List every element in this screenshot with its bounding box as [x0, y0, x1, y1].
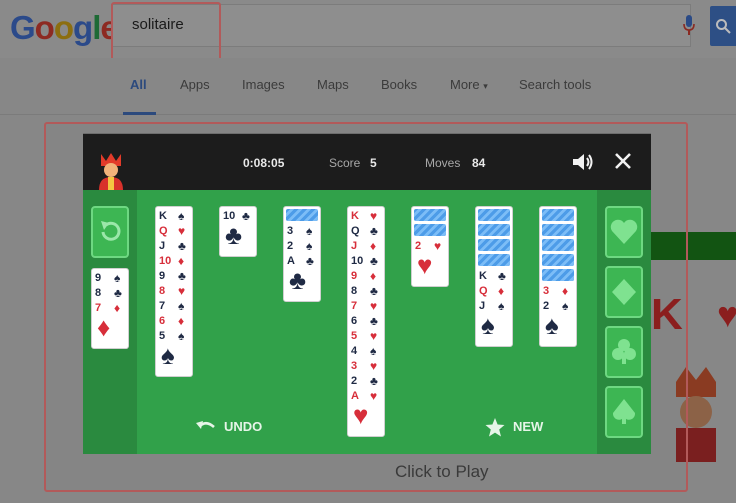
search-tabs: All Apps Images Maps Books More ▾ Search… [0, 58, 736, 115]
chevron-down-icon: ▾ [483, 81, 488, 91]
query-highlight [111, 2, 221, 64]
tab-more[interactable]: More ▾ [450, 77, 488, 92]
tab-active-indicator [123, 112, 156, 115]
tab-more-label: More [450, 77, 480, 92]
game-highlight [44, 122, 688, 492]
tab-all[interactable]: All [130, 77, 147, 92]
microphone-icon[interactable] [683, 15, 695, 35]
search-button[interactable] [710, 6, 736, 46]
tab-books[interactable]: Books [381, 77, 417, 92]
tab-images[interactable]: Images [242, 77, 285, 92]
tab-apps[interactable]: Apps [180, 77, 210, 92]
tab-maps[interactable]: Maps [317, 77, 349, 92]
tab-search-tools[interactable]: Search tools [519, 77, 591, 92]
google-logo[interactable]: Google [10, 9, 119, 47]
search-icon [716, 19, 731, 34]
